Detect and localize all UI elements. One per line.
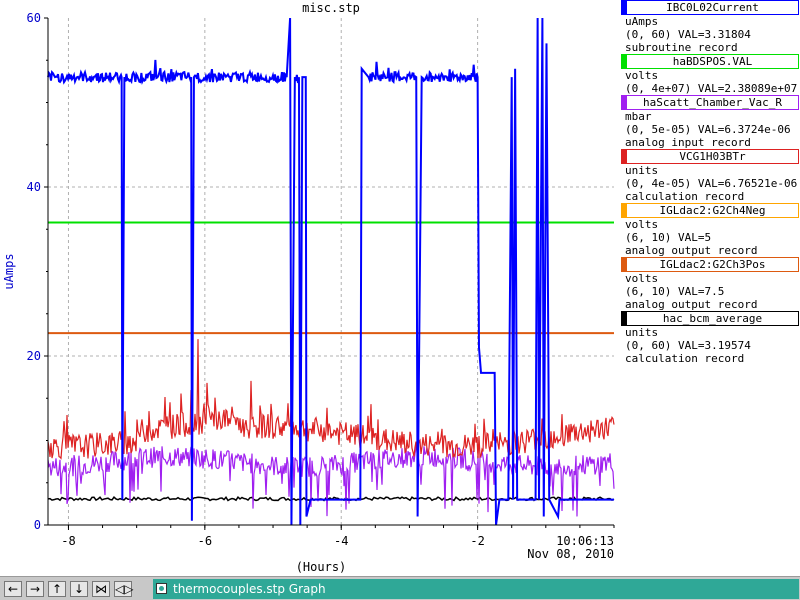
legend-range: (0, 4e-05) VAL=6.76521e-06 [625, 177, 798, 190]
series-vcg1h03btr [47, 339, 615, 460]
tab-thermocouples-graph[interactable]: thermocouples.stp Graph [153, 579, 799, 599]
end-time-label: 10:06:13 [556, 534, 614, 548]
legend-entry[interactable]: VCG1H03BTr units (0, 4e-05) VAL=6.76521e-0… [621, 149, 800, 203]
legend-entry[interactable]: IGLdac2:G2Ch3Pos volts (6, 10) VAL=7.5 anal… [621, 257, 800, 311]
legend-unit: volts [625, 69, 659, 82]
series-ibc0l02current [47, 17, 614, 526]
legend-record: calculation record [625, 190, 745, 203]
legend-name: hac_bcm_average [621, 311, 799, 326]
down-icon: ↓ [73, 582, 85, 596]
legend-entry[interactable]: IBC0L02Current uAmps (0, 60) VAL=3.31804 su… [621, 0, 800, 54]
y-axis-label: uAmps [2, 253, 16, 289]
down-button[interactable]: ↓ [70, 581, 88, 597]
y-tick-label: 0 [34, 518, 41, 532]
legend-record: analog input record [625, 136, 751, 149]
next-icon: → [29, 582, 41, 596]
legend-name: IGLdac2:G2Ch4Neg [621, 203, 799, 218]
window-icon [156, 583, 167, 594]
next-button[interactable]: → [26, 581, 44, 597]
chart-plot: misc.stp 0 20 40 60 -8 -6 -4 -2 10:06:13Nov 08, 2… [2, 1, 615, 574]
legend-unit: uAmps [625, 15, 659, 28]
legend-range: (6, 10) VAL=7.5 [625, 285, 725, 298]
legend-range: (0, 60) VAL=3.31804 [625, 28, 751, 41]
taskbar: ← → ↑ ↓ ⋈ ◁▷ thermocouples.stp Graph [0, 576, 800, 600]
x-tick-label: -4 [334, 534, 348, 548]
chart-title: misc.stp [302, 1, 360, 15]
legend-unit: units [625, 326, 659, 339]
x-tick-label: -2 [470, 534, 484, 548]
legend-range: (0, 4e+07) VAL=2.38089e+07 [625, 82, 798, 95]
legend-range: (0, 60) VAL=3.19574 [625, 339, 751, 352]
legend-entry[interactable]: hac_bcm_average units (0, 60) VAL=3.19574 c… [621, 311, 800, 365]
legend-name: haBDSPOS.VAL [621, 54, 799, 69]
first-button[interactable]: ← [4, 581, 22, 597]
expand-icon: ◁▷ [115, 582, 134, 596]
first-icon: ← [7, 582, 19, 596]
up-button[interactable]: ↑ [48, 581, 66, 597]
up-icon: ↑ [51, 582, 63, 596]
legend-unit: mbar [625, 110, 652, 123]
legend-unit: volts [625, 272, 659, 285]
legend-entry[interactable]: IGLdac2:G2Ch4Neg volts (6, 10) VAL=5 analog… [621, 203, 800, 257]
legend-entry[interactable]: haScatt_Chamber_Vac_R mbar (0, 5e-05) VAL=… [621, 95, 800, 149]
x-axis-label: (Hours) [296, 560, 347, 574]
legend-range: (0, 5e-05) VAL=6.3724e-06 [625, 123, 791, 136]
legend-range: (6, 10) VAL=5 [625, 231, 712, 244]
collapse-icon: ⋈ [95, 582, 107, 596]
legend-record: calculation record [625, 352, 745, 365]
legend-unit: units [625, 164, 659, 177]
legend-unit: volts [625, 218, 659, 231]
legend-record: analog output record [625, 244, 758, 257]
series-hascatt-chamber-vac [47, 445, 615, 517]
legend-entry[interactable]: haBDSPOS.VAL volts (0, 4e+07) VAL=2.38089e… [621, 54, 800, 95]
legend-name: IGLdac2:G2Ch3Pos [621, 257, 799, 272]
tab-label: thermocouples.stp Graph [173, 582, 326, 596]
x-tick-label: -8 [61, 534, 75, 548]
legend-name: haScatt_Chamber_Vac_R [621, 95, 799, 110]
y-tick-label: 60 [27, 11, 41, 25]
legend-record: analog output record [625, 298, 758, 311]
end-date-label: Nov 08, 2010 [527, 547, 614, 561]
y-tick-label: 40 [27, 180, 41, 194]
legend-record: subroutine record [625, 41, 738, 54]
collapse-button[interactable]: ⋈ [92, 581, 110, 597]
legend: IBC0L02Current uAmps (0, 60) VAL=3.31804 su… [621, 0, 800, 365]
legend-name: IBC0L02Current [621, 0, 799, 15]
expand-button[interactable]: ◁▷ [114, 581, 134, 597]
legend-name: VCG1H03BTr [621, 149, 799, 164]
x-tick-label: -6 [198, 534, 212, 548]
y-tick-label: 20 [27, 349, 41, 363]
